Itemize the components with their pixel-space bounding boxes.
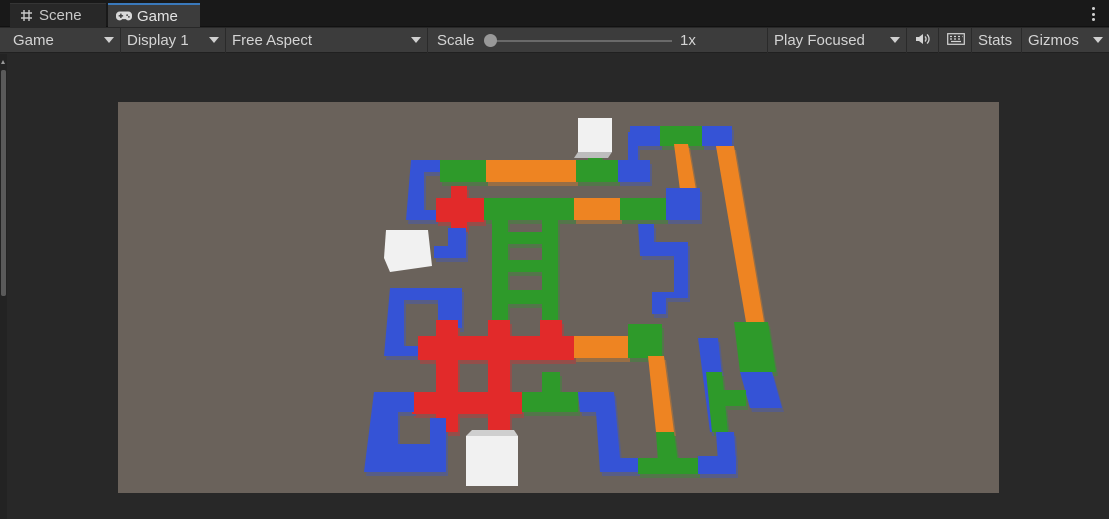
chevron-down-icon	[209, 37, 219, 43]
pipe-red	[436, 320, 458, 432]
stats-label: Stats	[978, 32, 1013, 49]
aspect-value: Free Aspect	[232, 32, 313, 49]
display-dropdown[interactable]: Display 1	[122, 28, 226, 53]
play-mode-dropdown[interactable]: Play Focused	[769, 28, 907, 53]
pipe-red	[412, 392, 522, 414]
pipe-green	[542, 218, 558, 322]
pipe-orange	[574, 336, 628, 358]
stats-button[interactable]: Stats	[973, 28, 1022, 53]
more-options-icon[interactable]	[1087, 5, 1099, 23]
pipe-green	[660, 126, 702, 146]
pipe-green	[628, 324, 662, 358]
pipe-red	[488, 320, 510, 432]
pipe-green	[506, 260, 544, 272]
mute-audio-button[interactable]	[908, 28, 939, 53]
cube-goal	[578, 118, 612, 152]
vertical-scrollbar[interactable]	[0, 54, 7, 519]
pipe-green	[576, 160, 618, 182]
pipe-orange	[716, 146, 764, 322]
cube-start	[384, 230, 432, 272]
pipe-blue	[630, 126, 660, 146]
pipe-green	[440, 160, 486, 182]
game-toolbar: Game Display 1 Free Aspect Scale 1x Play…	[0, 28, 1109, 53]
pipe-blue	[740, 372, 782, 408]
scale-slider-track[interactable]	[490, 40, 672, 42]
gizmos-dropdown[interactable]: Gizmos	[1023, 28, 1109, 53]
view-mode-value: Game	[13, 32, 54, 49]
pipe-green	[620, 198, 666, 220]
pipe-green	[492, 218, 508, 322]
pipe-green	[506, 290, 544, 304]
cube-bottom	[466, 436, 518, 486]
chevron-down-icon	[411, 37, 421, 43]
pipe-blue	[434, 228, 466, 258]
pipe-red	[540, 320, 562, 360]
pipe-blue	[618, 160, 650, 182]
scale-control: Scale 1x	[429, 28, 768, 53]
game-viewport[interactable]	[118, 102, 999, 493]
scale-label: Scale	[437, 32, 475, 49]
pipe-blue	[702, 126, 732, 146]
keyboard-icon	[946, 32, 965, 49]
tab-scene-label: Scene	[39, 7, 82, 24]
aspect-dropdown[interactable]: Free Aspect	[227, 28, 428, 53]
pipe-blue	[638, 224, 688, 314]
cube-goal-side	[574, 152, 612, 158]
tab-scene[interactable]: Scene	[10, 3, 106, 27]
scale-slider-handle[interactable]	[484, 34, 497, 47]
pipe-blue	[666, 188, 700, 220]
scroll-up-icon[interactable]	[1, 60, 5, 64]
pipe-blue	[716, 432, 736, 462]
grid-icon	[18, 8, 34, 24]
pipe-orange	[574, 198, 620, 220]
pipe-red	[451, 186, 467, 230]
tab-game[interactable]: Game	[108, 3, 200, 27]
display-value: Display 1	[127, 32, 189, 49]
pipe-blue	[578, 392, 640, 472]
chevron-down-icon	[890, 37, 900, 43]
game-render	[364, 118, 782, 486]
chevron-down-icon	[104, 37, 114, 43]
cube-bottom-top	[466, 430, 518, 436]
pipe-green	[506, 232, 544, 244]
scale-value: 1x	[680, 32, 696, 49]
pipe-blue	[406, 160, 441, 220]
pipe-green	[734, 322, 776, 372]
shortcuts-button[interactable]	[940, 28, 972, 53]
speaker-icon	[915, 32, 931, 49]
pipe-green	[522, 392, 578, 412]
pipe-orange	[674, 144, 696, 190]
scrollbar-thumb[interactable]	[1, 70, 6, 296]
pipe-green	[484, 198, 574, 220]
tab-game-label: Game	[137, 7, 178, 25]
pipe-orange	[486, 160, 576, 182]
chevron-down-icon	[1093, 37, 1103, 43]
pipe-orange	[648, 356, 674, 432]
pipe-green	[656, 432, 678, 462]
pipe-green	[542, 372, 560, 394]
tab-bar: Scene Game	[0, 0, 1109, 27]
pipe-green	[716, 390, 746, 406]
play-mode-value: Play Focused	[774, 32, 865, 49]
view-mode-dropdown[interactable]: Game	[8, 28, 121, 53]
gamepad-icon	[116, 8, 132, 24]
gizmos-label: Gizmos	[1028, 32, 1079, 49]
